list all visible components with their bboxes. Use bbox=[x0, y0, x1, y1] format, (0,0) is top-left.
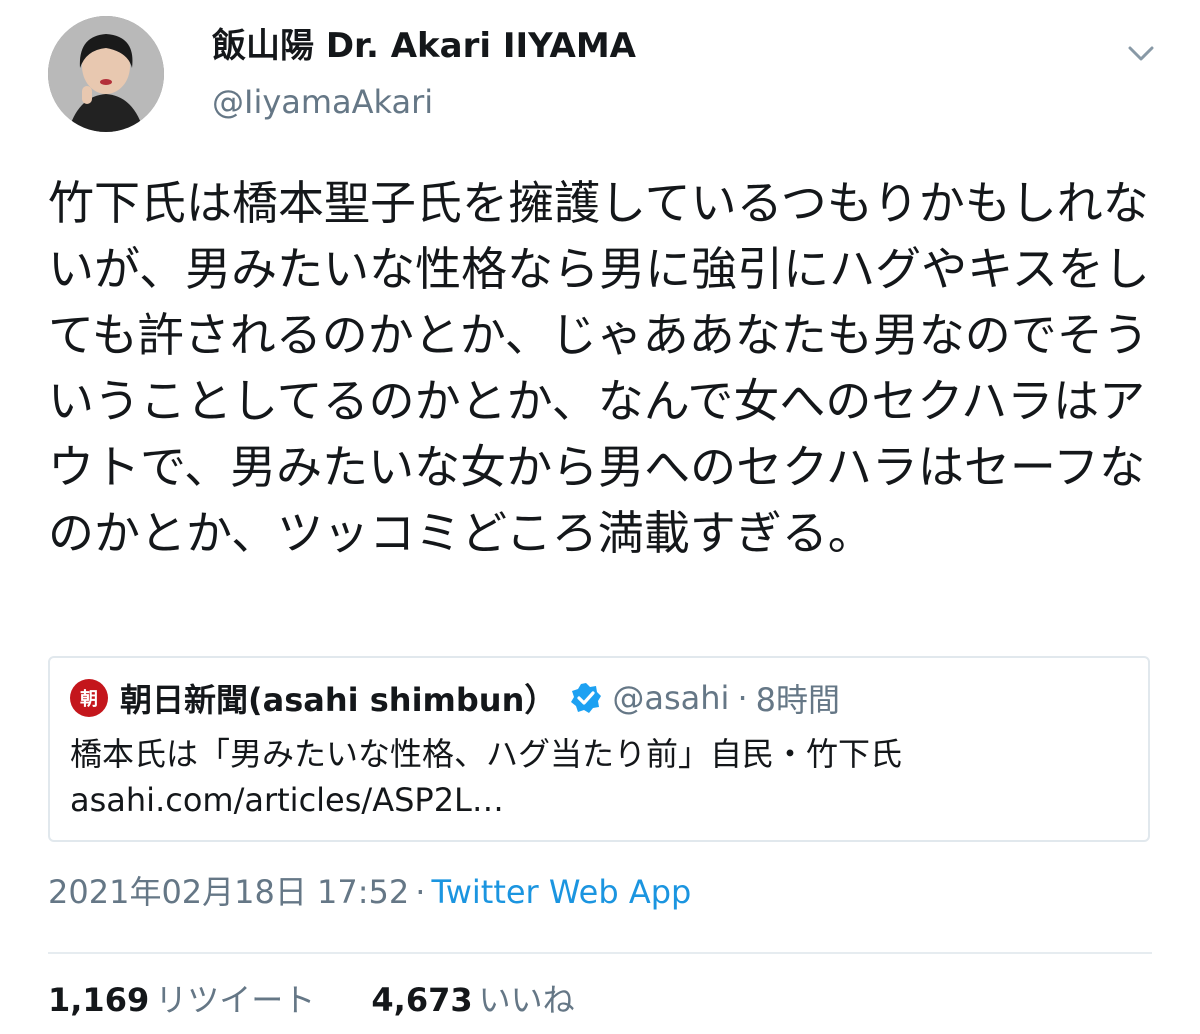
retweets-count: 1,169 bbox=[48, 981, 150, 1019]
chevron-down-icon[interactable] bbox=[1124, 38, 1158, 68]
quoted-author-handle: @asahi bbox=[612, 679, 730, 717]
likes-stat[interactable]: 4,673 いいね bbox=[371, 978, 574, 1022]
display-name[interactable]: 飯山陽 Dr. Akari IIYAMA bbox=[212, 24, 636, 68]
divider bbox=[48, 952, 1152, 954]
tweet-text: 竹下氏は橋本聖子氏を擁護しているつもりかもしれないが、男みたいな性格なら男に強引… bbox=[48, 176, 1150, 560]
retweets-label: リツイート bbox=[155, 981, 316, 1019]
quoted-avatar[interactable]: 朝 bbox=[70, 679, 108, 717]
tweet-stats: 1,169 リツイート 4,673 いいね bbox=[48, 978, 575, 1022]
retweets-stat[interactable]: 1,169 リツイート bbox=[48, 978, 315, 1022]
quoted-author-name: 朝日新聞(asahi shimbun） bbox=[120, 681, 557, 719]
quoted-tweet-card[interactable]: 朝 朝日新聞(asahi shimbun） @asahi · 8時間 橋本氏は「… bbox=[48, 656, 1150, 842]
quoted-tweet-text: 橋本氏は「男みたいな性格、ハグ当たり前」自民・竹下氏 bbox=[70, 735, 903, 773]
tweet-source-link[interactable]: Twitter Web App bbox=[431, 873, 691, 911]
verified-badge-icon bbox=[571, 683, 602, 713]
likes-count: 4,673 bbox=[371, 981, 473, 1019]
quoted-tweet-link[interactable]: asahi.com/articles/ASP2L… bbox=[70, 778, 504, 822]
avatar[interactable] bbox=[48, 16, 164, 132]
quoted-time: 8時間 bbox=[755, 681, 840, 719]
likes-label: いいね bbox=[478, 981, 575, 1019]
tweet-timestamp[interactable]: 2021年02月18日 17:52 bbox=[48, 873, 409, 911]
tweet-meta: 2021年02月18日 17:52 · Twitter Web App bbox=[48, 870, 691, 914]
quoted-separator: · bbox=[737, 679, 748, 717]
handle[interactable]: @IiyamaAkari bbox=[212, 82, 433, 122]
meta-separator: · bbox=[415, 873, 426, 911]
quoted-tweet-header: 朝 朝日新聞(asahi shimbun） @asahi · 8時間 bbox=[70, 676, 840, 720]
